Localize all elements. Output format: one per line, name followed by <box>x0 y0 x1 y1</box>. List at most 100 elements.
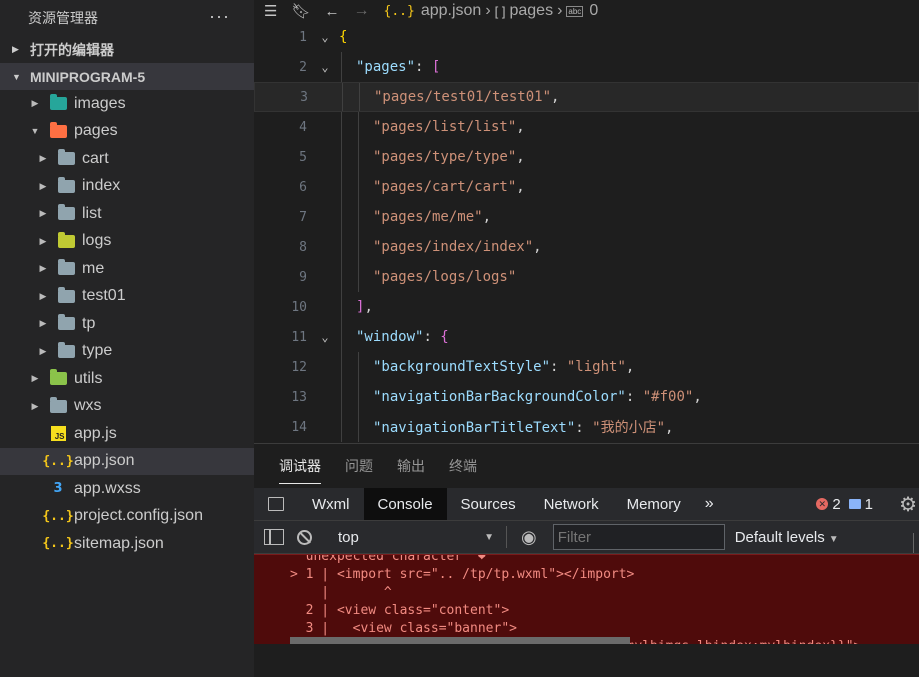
indent-guide <box>341 142 342 172</box>
code-line[interactable]: 4 "pages/list/list", <box>254 112 919 142</box>
code-token: , <box>551 89 560 105</box>
tree-item-app-wxss[interactable]: 3 app.wxss <box>0 475 254 503</box>
code-token: "backgroundTextStyle" <box>373 359 551 375</box>
tree-item-app-json[interactable]: {..} app.json <box>0 447 254 475</box>
code-token: : <box>625 389 643 405</box>
tree-item-app-js[interactable]: JS app.js <box>0 420 254 448</box>
tree-item-wxs[interactable]: ▶ wxs <box>0 393 254 421</box>
tree-item-cart[interactable]: ▶ cart <box>0 145 254 173</box>
breadcrumb-pages[interactable]: pages <box>509 2 553 20</box>
more-tabs-icon[interactable]: » <box>695 488 724 520</box>
tree-item-index[interactable]: ▶ index <box>0 173 254 201</box>
tree-item-images[interactable]: ▶ images <box>0 90 254 118</box>
message-icon <box>848 499 861 509</box>
log-levels-select[interactable]: Default levels ▼ <box>735 529 839 546</box>
breadcrumb-file[interactable]: app.json <box>421 2 482 20</box>
string-icon: abc <box>566 5 584 17</box>
open-editors-section[interactable]: ▶ 打开的编辑器 <box>0 36 254 63</box>
tab-debugger[interactable]: 调试器 <box>279 456 321 484</box>
code-line[interactable]: 10], <box>254 292 919 322</box>
horizontal-scrollbar[interactable] <box>290 637 630 644</box>
code-text: "pages/logs/logs" <box>339 269 516 285</box>
project-label: MINIPROGRAM-5 <box>30 68 146 85</box>
devtools-tabs: Wxml Console Sources Network Memory » ✕ … <box>254 488 919 520</box>
fold-chevron-icon[interactable]: ⌄ <box>311 60 339 74</box>
bookmark-icon[interactable]: 🔖︎ <box>291 2 310 20</box>
indent-guide <box>341 382 342 412</box>
breadcrumb-index[interactable]: 0 <box>589 2 598 20</box>
tab-network[interactable]: Network <box>530 488 613 520</box>
resize-handle[interactable] <box>913 533 919 553</box>
indent-guide <box>358 382 359 412</box>
tree-item-logs[interactable]: ▶ logs <box>0 228 254 256</box>
indent-guide <box>341 412 342 442</box>
code-token: "pages/list/list" <box>373 119 517 135</box>
indent-guide <box>341 232 342 262</box>
code-line[interactable]: 6 "pages/cart/cart", <box>254 172 919 202</box>
tab-terminal[interactable]: 终端 <box>449 456 477 476</box>
gear-icon[interactable]: ⚙ <box>899 492 917 517</box>
fold-chevron-icon[interactable]: ⌄ <box>311 30 339 44</box>
filter-input[interactable] <box>552 524 725 550</box>
code-line[interactable]: 13 "navigationBarBackgroundColor": "#f00"… <box>254 382 919 412</box>
tree-item-utils[interactable]: ▶ utils <box>0 365 254 393</box>
indent-guide <box>341 262 342 292</box>
chevron-right-icon: ▶ <box>31 400 39 411</box>
code-editor[interactable]: ☰ 🔖︎ ← → {..} app.json › [ ] pages › abc… <box>254 0 919 443</box>
tree-item-list[interactable]: ▶ list <box>0 200 254 228</box>
context-select[interactable]: top ▼ <box>338 529 498 546</box>
code-line[interactable]: 7 "pages/me/me", <box>254 202 919 232</box>
tree-item-me[interactable]: ▶ me <box>0 255 254 283</box>
tab-output[interactable]: 输出 <box>397 456 425 476</box>
tree-item-sitemap-json[interactable]: {..} sitemap.json <box>0 530 254 558</box>
code-text: "pages": [ <box>339 59 440 75</box>
code-line[interactable]: 8 "pages/index/index", <box>254 232 919 262</box>
list-icon[interactable]: ☰ <box>264 2 277 20</box>
code-area[interactable]: 1 ⌄{2 ⌄ "pages": [3 "pages/test01/test01", 4 "… <box>254 22 919 442</box>
code-line[interactable]: 11 ⌄ "window": { <box>254 322 919 352</box>
line-number: 5 <box>299 149 307 165</box>
tree-item-test01[interactable]: ▶ test01 <box>0 283 254 311</box>
tab-memory[interactable]: Memory <box>613 488 695 520</box>
json-file-icon: {..} <box>42 536 74 552</box>
message-count: 1 <box>864 495 873 513</box>
explorer-title: 资源管理器 <box>28 10 98 26</box>
tab-wxml[interactable]: Wxml <box>298 488 364 520</box>
tab-sources[interactable]: Sources <box>447 488 530 520</box>
indent-guide <box>358 172 359 202</box>
code-line[interactable]: 12 "backgroundTextStyle": "light", <box>254 352 919 382</box>
clear-console-icon[interactable] <box>297 529 312 545</box>
folder-icon <box>48 369 68 389</box>
explorer-sidebar: 资源管理器 ··· ▶ 打开的编辑器 ▼ MINIPROGRAM-5 ▶ imag… <box>0 0 254 677</box>
inspect-element-icon[interactable] <box>254 488 298 520</box>
code-token: "pages" <box>356 59 416 75</box>
code-line[interactable]: 5 "pages/type/type", <box>254 142 919 172</box>
indent-guide <box>358 232 359 262</box>
code-line[interactable]: 14 "navigationBarTitleText": "我的小店", <box>254 412 919 442</box>
console-line: 3 | <view class="banner"> <box>290 621 517 636</box>
code-line[interactable]: 3 "pages/test01/test01", <box>254 82 919 112</box>
more-actions-icon[interactable]: ··· <box>209 6 230 27</box>
eye-icon[interactable]: ◉ <box>521 527 537 548</box>
tab-console[interactable]: Console <box>363 488 447 520</box>
tree-item-project-config-json[interactable]: {..} project.config.json <box>0 503 254 531</box>
back-arrow-icon[interactable]: ← <box>325 3 340 20</box>
code-line[interactable]: 1 ⌄{ <box>254 22 919 52</box>
console-sidebar-icon[interactable] <box>264 529 284 545</box>
tree-item-label: test01 <box>82 287 126 305</box>
json-file-icon: {..} <box>383 3 415 19</box>
issue-counts[interactable]: ✕ 2 1 <box>816 488 873 520</box>
tree-item-tp[interactable]: ▶ tp <box>0 310 254 338</box>
code-line[interactable]: 2 ⌄ "pages": [ <box>254 52 919 82</box>
fold-chevron-icon[interactable]: ⌄ <box>311 330 339 344</box>
forward-arrow-icon[interactable]: → <box>354 2 370 20</box>
tree-item-type[interactable]: ▶ type <box>0 338 254 366</box>
code-text: "pages/test01/test01", <box>340 89 559 105</box>
tab-problems[interactable]: 问题 <box>345 456 373 476</box>
indent-guide <box>341 112 342 142</box>
tree-item-pages[interactable]: ▼ pages <box>0 118 254 146</box>
project-section[interactable]: ▼ MINIPROGRAM-5 <box>0 63 254 90</box>
code-line[interactable]: 9 "pages/logs/logs" <box>254 262 919 292</box>
tree-item-label: app.json <box>74 452 135 470</box>
indent-guide <box>358 412 359 442</box>
